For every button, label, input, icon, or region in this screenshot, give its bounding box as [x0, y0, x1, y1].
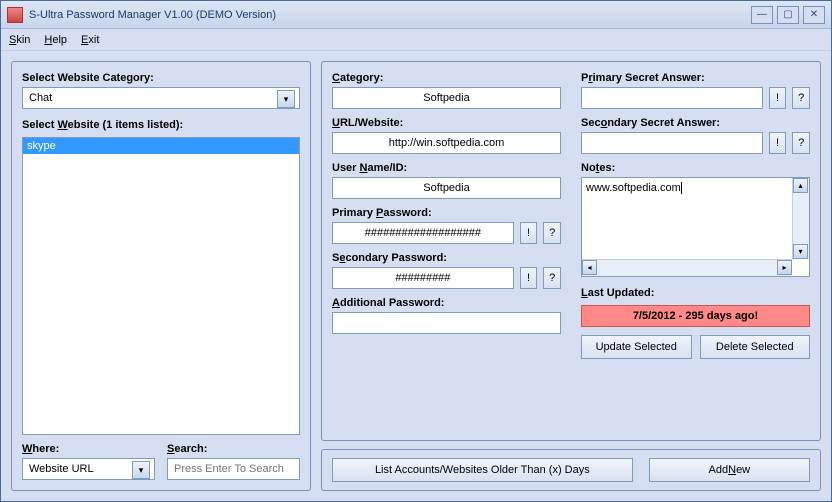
- list-old-accounts-button[interactable]: List Accounts/Websites Older Than (x) Da…: [332, 458, 633, 482]
- window-title: S-Ultra Password Manager V1.00 (DEMO Ver…: [29, 9, 751, 21]
- website-listbox[interactable]: skype: [22, 137, 300, 435]
- primary-answer-input[interactable]: [581, 87, 763, 109]
- primary-pw-help-button[interactable]: ?: [543, 222, 561, 244]
- category-value: Chat: [29, 92, 52, 104]
- secondary-pw-label: Secondary Password:: [332, 252, 561, 264]
- form-panel: Category: URL/Website: User Name/ID: Pri…: [321, 61, 821, 441]
- add-new-button[interactable]: Add New: [649, 458, 810, 482]
- last-updated-label: Last Updated:: [581, 287, 810, 299]
- website-list-label: Select Website (1 items listed):: [22, 119, 300, 131]
- primary-pw-input[interactable]: [332, 222, 514, 244]
- category-input[interactable]: [332, 87, 561, 109]
- secondary-answer-label: Secondary Secret Answer:: [581, 117, 810, 129]
- content: Select Website Category: Chat Select Web…: [1, 51, 831, 501]
- window: S-Ultra Password Manager V1.00 (DEMO Ver…: [0, 0, 832, 502]
- search-label: Search:: [167, 443, 300, 455]
- url-field-label: URL/Website:: [332, 117, 561, 129]
- menubar: Skin Help Exit: [1, 29, 831, 51]
- delete-selected-button[interactable]: Delete Selected: [700, 335, 811, 359]
- form-left-column: Category: URL/Website: User Name/ID: Pri…: [332, 72, 561, 430]
- primary-pw-label: Primary Password:: [332, 207, 561, 219]
- close-button[interactable]: ✕: [803, 6, 825, 24]
- scroll-right-icon[interactable]: ▸: [777, 260, 792, 275]
- right-panel: Category: URL/Website: User Name/ID: Pri…: [321, 61, 821, 491]
- scrollbar-vertical[interactable]: ▴ ▾: [792, 178, 809, 259]
- scroll-up-icon[interactable]: ▴: [793, 178, 808, 193]
- scrollbar-horizontal[interactable]: ◂ ▸: [582, 259, 792, 276]
- where-value: Website URL: [29, 463, 94, 475]
- primary-answer-label: Primary Secret Answer:: [581, 72, 810, 84]
- primary-answer-help-button[interactable]: ?: [792, 87, 810, 109]
- notes-text: www.softpedia.com: [586, 182, 681, 194]
- where-combo[interactable]: Website URL: [22, 458, 155, 480]
- update-selected-button[interactable]: Update Selected: [581, 335, 692, 359]
- secondary-answer-help-button[interactable]: ?: [792, 132, 810, 154]
- category-label: Select Website Category:: [22, 72, 300, 84]
- left-panel: Select Website Category: Chat Select Web…: [11, 61, 311, 491]
- secondary-pw-reveal-button[interactable]: !: [520, 267, 538, 289]
- search-input[interactable]: [167, 458, 300, 480]
- username-field-label: User Name/ID:: [332, 162, 561, 174]
- maximize-button[interactable]: ▢: [777, 6, 799, 24]
- category-field-label: Category:: [332, 72, 561, 84]
- secondary-answer-input[interactable]: [581, 132, 763, 154]
- where-label: Where:: [22, 443, 155, 455]
- primary-pw-reveal-button[interactable]: !: [520, 222, 538, 244]
- category-combo[interactable]: Chat: [22, 87, 300, 109]
- secondary-pw-input[interactable]: [332, 267, 514, 289]
- notes-textarea[interactable]: www.softpedia.com ▴ ▾ ◂ ▸: [581, 177, 810, 277]
- scroll-left-icon[interactable]: ◂: [582, 260, 597, 275]
- menu-skin[interactable]: Skin: [9, 34, 30, 46]
- menu-help[interactable]: Help: [44, 34, 67, 46]
- menu-exit[interactable]: Exit: [81, 34, 99, 46]
- additional-pw-input[interactable]: [332, 312, 561, 334]
- primary-answer-reveal-button[interactable]: !: [769, 87, 787, 109]
- last-updated-value: 7/5/2012 - 295 days ago!: [581, 305, 810, 327]
- url-input[interactable]: [332, 132, 561, 154]
- form-right-column: Primary Secret Answer: ! ? Secondary Sec…: [581, 72, 810, 430]
- username-input[interactable]: [332, 177, 561, 199]
- list-item[interactable]: skype: [23, 138, 299, 154]
- additional-pw-label: Additional Password:: [332, 297, 561, 309]
- titlebar: S-Ultra Password Manager V1.00 (DEMO Ver…: [1, 1, 831, 29]
- footer-panel: List Accounts/Websites Older Than (x) Da…: [321, 449, 821, 491]
- app-icon: [7, 7, 23, 23]
- secondary-pw-help-button[interactable]: ?: [543, 267, 561, 289]
- minimize-button[interactable]: —: [751, 6, 773, 24]
- secondary-answer-reveal-button[interactable]: !: [769, 132, 787, 154]
- scroll-down-icon[interactable]: ▾: [793, 244, 808, 259]
- notes-label: Notes:: [581, 162, 810, 174]
